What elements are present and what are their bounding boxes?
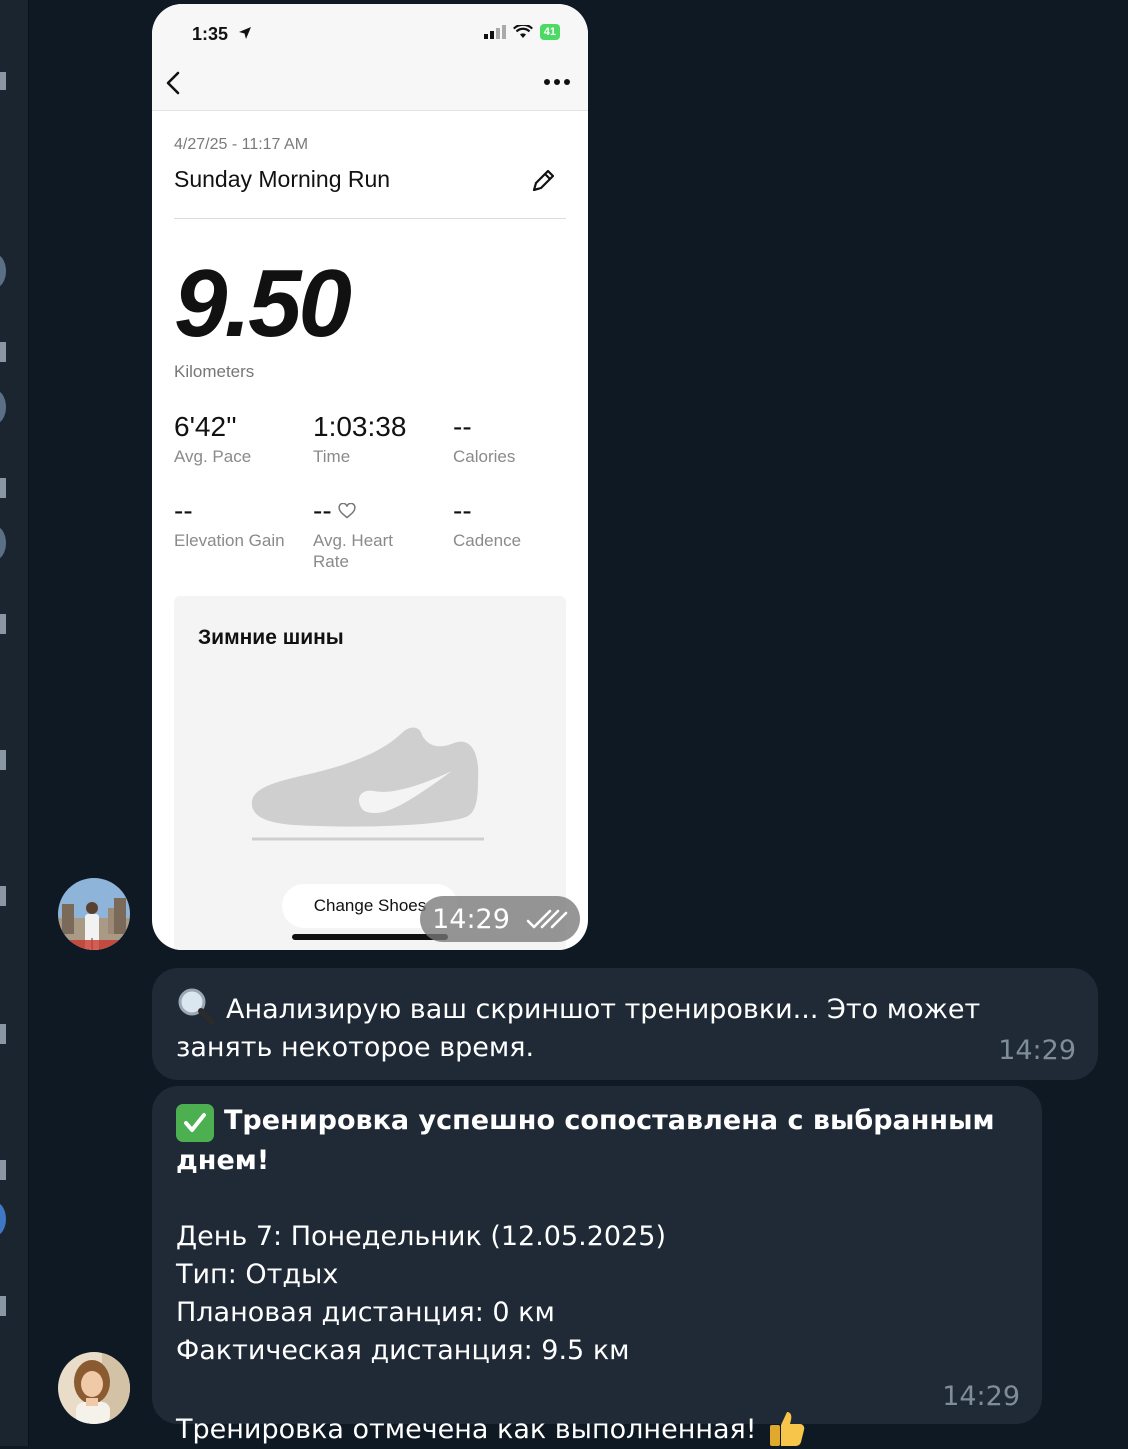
check-mark-icon xyxy=(176,1104,214,1142)
workout-screenshot[interactable]: 1:35 41 4/27/25 - 11:17 AM Sunday Mornin… xyxy=(152,4,588,950)
status-time: 1:35 xyxy=(192,24,229,44)
back-button[interactable] xyxy=(160,68,186,98)
bot-avatar[interactable] xyxy=(58,1352,130,1424)
distance-value: 9.50 xyxy=(174,250,352,357)
stat-label: Avg. Heart Rate xyxy=(313,531,394,571)
more-dots-icon xyxy=(544,79,550,85)
message-heading: Тренировка успешно сопоставлена с выбран… xyxy=(176,1105,995,1176)
message-heading-line: Тренировка успешно сопоставлена с выбран… xyxy=(176,1102,1026,1180)
stat-avg-pace: 6'42'' Avg. Pace xyxy=(174,412,294,467)
chat-list-edge xyxy=(0,0,29,1446)
stat-avg-heart-rate: -- Avg. Heart Rate xyxy=(313,496,433,572)
status-icons: 41 xyxy=(483,24,560,40)
battery-icon: 41 xyxy=(539,24,560,40)
list-avatar-fragment xyxy=(0,390,6,424)
message-time: 14:29 xyxy=(942,1381,1020,1412)
shoe-name: Зимние шины xyxy=(198,626,344,649)
user-photo xyxy=(58,878,130,950)
signal-icon xyxy=(483,25,506,39)
location-arrow-icon xyxy=(239,27,251,39)
message-done: Тренировка отмечена как выполненная! xyxy=(176,1414,757,1445)
bot-photo xyxy=(58,1352,130,1424)
more-options-button[interactable] xyxy=(540,70,574,94)
stat-label: Time xyxy=(313,447,351,466)
stat-value: -- xyxy=(453,411,472,442)
list-fragment xyxy=(0,478,6,498)
magnifier-icon xyxy=(178,988,215,1025)
list-fragment xyxy=(0,614,6,634)
pencil-icon xyxy=(532,169,555,192)
stat-label: Avg. Pace xyxy=(174,447,252,466)
heart-icon xyxy=(338,503,356,519)
list-fragment xyxy=(0,750,6,770)
thumbs-up-icon xyxy=(769,1412,804,1446)
stat-label: Elevation Gain xyxy=(174,531,285,550)
list-fragment xyxy=(0,886,6,906)
stat-value: -- xyxy=(313,495,332,526)
stat-value: 1:03:38 xyxy=(313,411,407,442)
distance-unit: Kilometers xyxy=(174,362,255,381)
list-fragment xyxy=(0,72,6,90)
timestamp-text: 14:29 xyxy=(432,903,510,935)
stat-elevation-gain: -- Elevation Gain xyxy=(174,496,294,551)
message-text-block: Тренировка успешно сопоставлена с выбран… xyxy=(176,1102,1026,1449)
edit-button[interactable] xyxy=(528,166,558,196)
stat-value: -- xyxy=(174,495,193,526)
phone-header: 1:35 41 xyxy=(152,4,588,111)
message-analyzing[interactable]: Анализирую ваш скриншот тренировки... Эт… xyxy=(152,968,1098,1080)
wifi-icon xyxy=(512,25,533,38)
list-fragment xyxy=(0,1024,6,1044)
message-text: Анализирую ваш скриншот тренировки... Эт… xyxy=(176,994,981,1063)
message-done-line: Тренировка отмечена как выполненная! xyxy=(176,1408,1026,1449)
stat-time: 1:03:38 Time xyxy=(313,412,433,467)
stat-cadence: -- Cadence xyxy=(453,496,573,551)
stat-value: -- xyxy=(453,495,472,526)
stat-label: Cadence xyxy=(453,531,522,550)
user-avatar[interactable] xyxy=(58,878,130,950)
message-timestamp: 14:29 xyxy=(420,896,580,942)
message-actual-distance: Фактическая дистанция: 9.5 км xyxy=(176,1335,630,1366)
double-check-icon xyxy=(526,909,568,929)
list-avatar-fragment xyxy=(0,254,6,288)
stat-value: 6'42'' xyxy=(174,411,237,442)
message-text-block: Анализирую ваш скриншот тренировки... Эт… xyxy=(176,986,1056,1067)
stat-value-row: -- xyxy=(313,496,433,526)
run-title: Sunday Morning Run xyxy=(174,166,391,192)
stat-calories: -- Calories xyxy=(453,412,573,467)
message-time: 14:29 xyxy=(998,1035,1076,1066)
list-avatar-fragment xyxy=(0,1202,6,1236)
list-fragment xyxy=(0,342,6,362)
message-type: Тип: Отдых xyxy=(176,1259,339,1290)
list-fragment xyxy=(0,1160,6,1180)
list-fragment xyxy=(0,1296,6,1316)
shoe-placeholder-icon xyxy=(251,727,484,841)
home-indicator xyxy=(292,934,448,940)
chevron-left-icon xyxy=(166,71,180,95)
message-day: День 7: Понедельник (12.05.2025) xyxy=(176,1221,666,1252)
message-planned-distance: Плановая дистанция: 0 км xyxy=(176,1297,555,1328)
message-workout-matched[interactable]: Тренировка успешно сопоставлена с выбран… xyxy=(152,1086,1042,1446)
run-date: 4/27/25 - 11:17 AM xyxy=(174,136,309,153)
list-avatar-fragment xyxy=(0,526,6,560)
stat-label: Calories xyxy=(453,447,516,466)
divider xyxy=(174,218,566,219)
